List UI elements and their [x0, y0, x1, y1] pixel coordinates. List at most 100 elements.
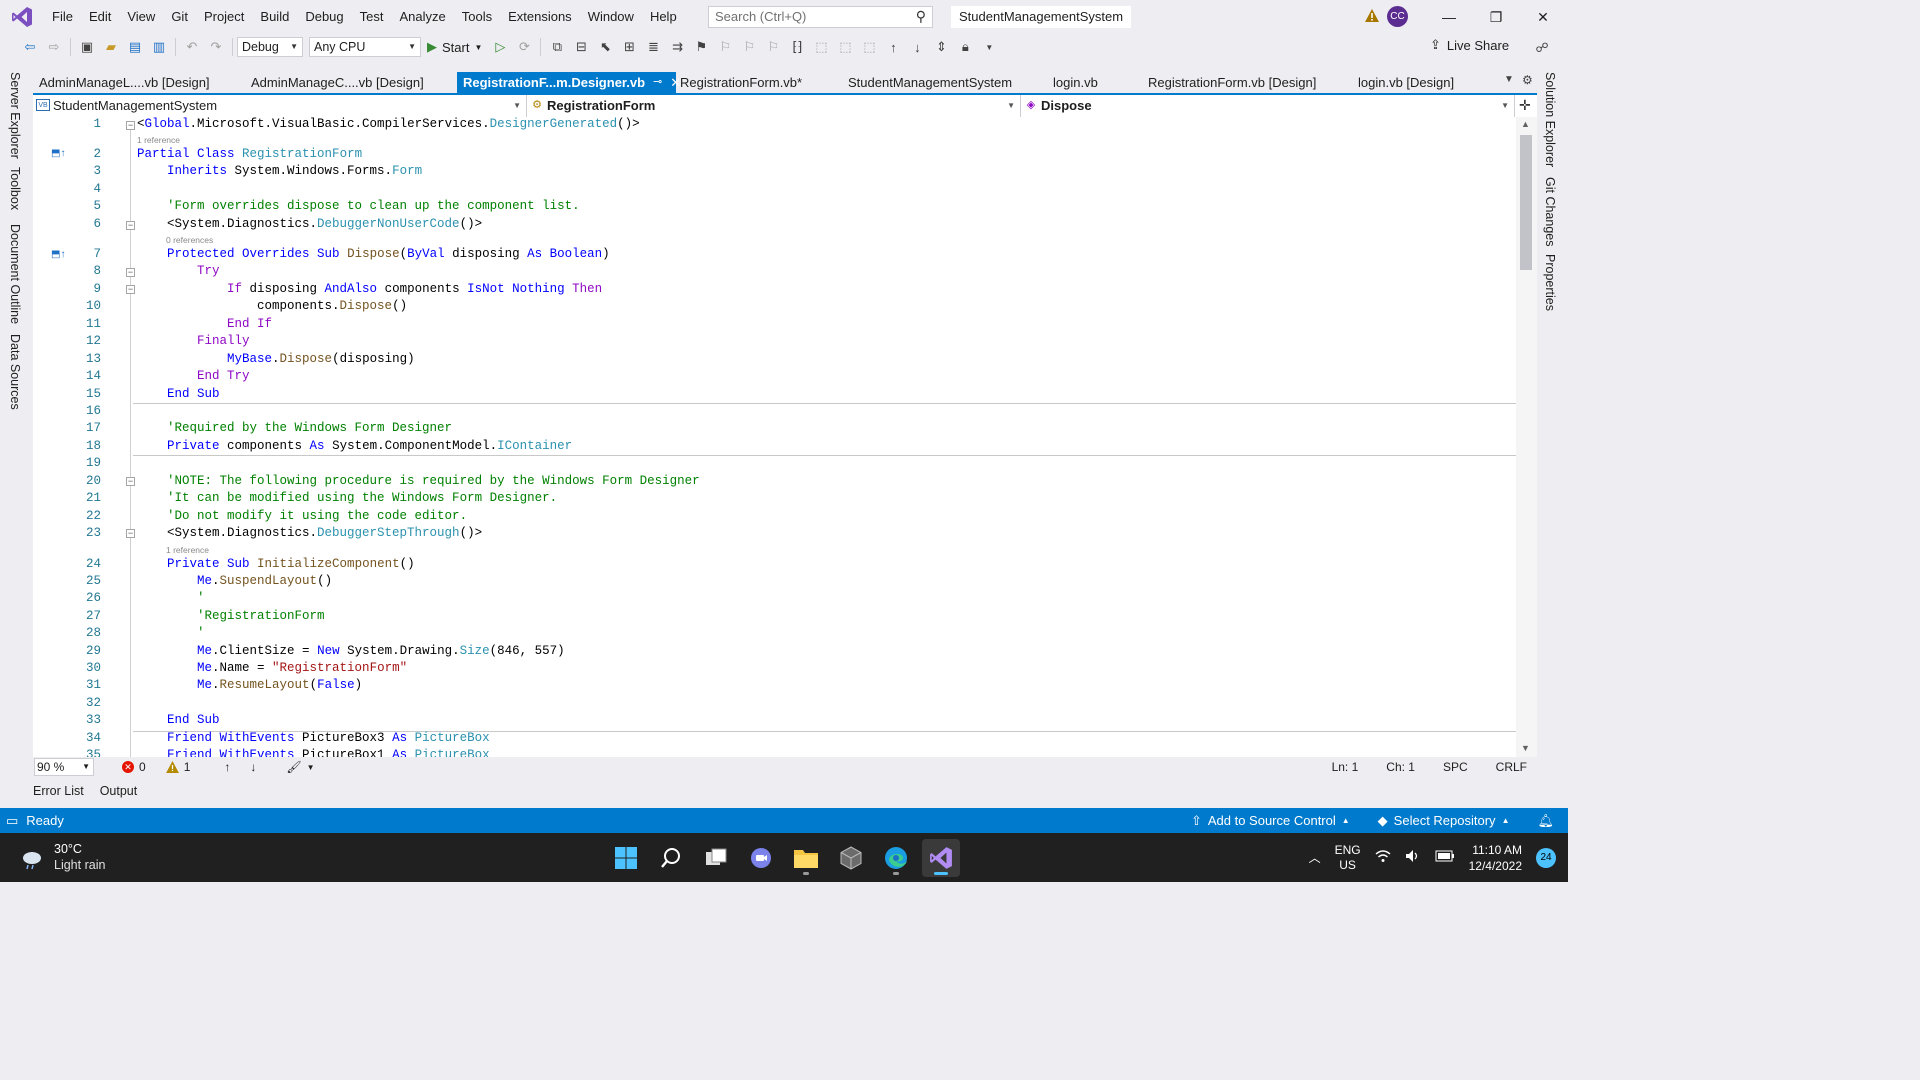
- class-dropdown[interactable]: ⚙ RegistrationForm ▼: [527, 95, 1021, 117]
- tab-list-dropdown-icon[interactable]: ▼: [1504, 74, 1514, 85]
- hot-reload-icon[interactable]: ⟳: [513, 36, 535, 58]
- navigate-back-icon[interactable]: ⇦: [19, 36, 41, 58]
- layout-icon[interactable]: ⊟: [570, 36, 592, 58]
- code-cleanup-icon[interactable]: 🖌︎ ▼: [286, 760, 314, 774]
- scroll-up-icon[interactable]: ▲: [1521, 119, 1530, 129]
- notification-count-badge[interactable]: 24: [1536, 847, 1556, 868]
- tab-error-list[interactable]: Error List: [33, 780, 84, 802]
- pin-icon[interactable]: ⊸: [653, 72, 662, 93]
- taskbar-search-icon[interactable]: [652, 839, 690, 877]
- collapse-toggle-icon[interactable]: −: [126, 285, 135, 294]
- line-indicator[interactable]: Ln: 1: [1332, 760, 1359, 774]
- solution-configuration-select[interactable]: Debug ▼: [237, 37, 303, 57]
- weather-widget[interactable]: 30°C Light rain: [20, 841, 105, 873]
- save-all-icon[interactable]: ▥: [148, 36, 170, 58]
- tab-registrationform-vb[interactable]: RegistrationForm.vb*: [676, 72, 842, 93]
- menu-window[interactable]: Window: [580, 0, 642, 34]
- tab-registrationform-design[interactable]: RegistrationForm.vb [Design]: [1142, 72, 1352, 93]
- notification-bell-icon[interactable]: 🔔︎: [1537, 808, 1554, 833]
- restore-icon[interactable]: ❐: [1473, 0, 1519, 34]
- live-share-button[interactable]: ⇪ Live Share: [1430, 37, 1509, 53]
- codelens-references[interactable]: 1 reference: [137, 135, 180, 145]
- toggle-block-comment-icon[interactable]: ⁅⁆: [786, 36, 808, 58]
- battery-icon[interactable]: [1435, 850, 1455, 865]
- tab-adminmanagec-design[interactable]: AdminManageC....vb [Design]: [245, 72, 457, 93]
- new-project-icon[interactable]: ▣: [76, 36, 98, 58]
- warning-icon[interactable]: [1364, 8, 1380, 24]
- input-language-indicator[interactable]: ENG US: [1335, 843, 1361, 873]
- codelens-references[interactable]: 0 references: [166, 235, 213, 245]
- next-issue-icon[interactable]: ↓: [250, 760, 256, 774]
- solution-platform-select[interactable]: Any CPU ▼: [309, 37, 421, 57]
- solution-explorer-tab[interactable]: Solution Explorer: [1543, 72, 1557, 167]
- line-ending-indicator[interactable]: CRLF: [1496, 760, 1527, 774]
- comment-icon[interactable]: ⬚: [810, 36, 832, 58]
- bookmark-icon[interactable]: ⚑: [690, 36, 712, 58]
- menu-git[interactable]: Git: [163, 0, 196, 34]
- select-element-icon[interactable]: ⬉: [594, 36, 616, 58]
- git-changes-tab[interactable]: Git Changes: [1543, 177, 1557, 246]
- menu-edit[interactable]: Edit: [81, 0, 119, 34]
- volume-icon[interactable]: [1405, 849, 1421, 866]
- warning-count[interactable]: 1: [165, 760, 190, 774]
- navigate-forward-icon[interactable]: ⇨: [43, 36, 65, 58]
- tab-login-vb[interactable]: login.vb: [1047, 72, 1142, 93]
- teams-chat-icon[interactable]: [742, 839, 780, 877]
- previous-issue-icon[interactable]: ↑: [224, 760, 230, 774]
- collapse-toggle-icon[interactable]: −: [126, 477, 135, 486]
- clock[interactable]: 11:10 AM 12/4/2022: [1469, 842, 1522, 874]
- minimize-icon[interactable]: —: [1426, 0, 1472, 34]
- menu-build[interactable]: Build: [252, 0, 297, 34]
- start-without-debugging-icon[interactable]: ▷: [489, 36, 511, 58]
- save-icon[interactable]: ▤: [124, 36, 146, 58]
- collapse-icon[interactable]: ⇕: [930, 36, 952, 58]
- tab-registrationform-designer[interactable]: RegistrationF...m.Designer.vb ⊸ ✕: [457, 72, 681, 93]
- edge-browser-icon[interactable]: [877, 839, 915, 877]
- indent-more-icon[interactable]: ⬚: [858, 36, 880, 58]
- project-dropdown[interactable]: VB StudentManagementSystem ▼: [33, 95, 527, 117]
- scrollbar-thumb[interactable]: [1520, 135, 1532, 270]
- select-repository-button[interactable]: ◆ Select Repository ▲: [1378, 808, 1510, 833]
- member-dropdown[interactable]: ◈ Dispose ▼: [1021, 95, 1515, 117]
- data-sources-tab[interactable]: Data Sources: [8, 334, 22, 410]
- indent-icon[interactable]: ≣: [642, 36, 664, 58]
- next-bookmark-icon[interactable]: ⚐: [738, 36, 760, 58]
- server-explorer-tab[interactable]: Server Explorer: [8, 72, 22, 159]
- start-button[interactable]: ▶ Start ▼: [421, 36, 488, 58]
- indentation-indicator[interactable]: SPC: [1443, 760, 1468, 774]
- visual-studio-taskbar-icon[interactable]: [922, 839, 960, 877]
- add-to-source-control-button[interactable]: ⇧ Add to Source Control ▲: [1191, 808, 1350, 833]
- collapse-toggle-icon[interactable]: −: [126, 529, 135, 538]
- collapse-toggle-icon[interactable]: −: [126, 121, 135, 130]
- uncomment-icon[interactable]: ⬚: [834, 36, 856, 58]
- collapse-toggle-icon[interactable]: −: [126, 268, 135, 277]
- app-cube-icon[interactable]: [832, 839, 870, 877]
- lock-icon[interactable]: 🔒︎: [954, 36, 976, 58]
- task-view-icon[interactable]: [697, 839, 735, 877]
- browse-icon[interactable]: ⧉: [546, 36, 568, 58]
- implements-icon[interactable]: ⬒↑: [51, 148, 65, 159]
- prev-bookmark-icon[interactable]: ⚐: [714, 36, 736, 58]
- clear-bookmarks-icon[interactable]: ⚐: [762, 36, 784, 58]
- menu-analyze[interactable]: Analyze: [391, 0, 453, 34]
- gear-icon[interactable]: ⚙: [1522, 73, 1533, 87]
- arrow-up-icon[interactable]: ↑: [882, 36, 904, 58]
- column-indicator[interactable]: Ch: 1: [1386, 760, 1415, 774]
- close-icon[interactable]: ✕: [1520, 0, 1566, 34]
- code-editor[interactable]: ⬒↑ ⬒↑ 1 2 3 4 5 6 7 8 9 10 11 12 13 14 15 16 17 18 19 20 21 2…: [33, 117, 1537, 757]
- codelens-references[interactable]: 1 reference: [166, 545, 209, 555]
- tab-adminmanagel-design[interactable]: AdminManageL....vb [Design]: [33, 72, 245, 93]
- menu-help[interactable]: Help: [642, 0, 685, 34]
- redo-icon[interactable]: ↷: [205, 36, 227, 58]
- menu-debug[interactable]: Debug: [297, 0, 351, 34]
- scroll-down-icon[interactable]: ▼: [1521, 743, 1530, 753]
- properties-window-icon[interactable]: ⊞: [618, 36, 640, 58]
- error-count[interactable]: ✕ 0: [122, 760, 146, 774]
- feedback-icon[interactable]: ☍: [1531, 37, 1553, 59]
- tab-output[interactable]: Output: [100, 780, 138, 802]
- arrow-down-icon[interactable]: ↓: [906, 36, 928, 58]
- format-icon[interactable]: ⇉: [666, 36, 688, 58]
- wifi-icon[interactable]: [1375, 849, 1391, 866]
- split-window-icon[interactable]: ✛: [1519, 97, 1531, 114]
- overrides-icon[interactable]: ⬒↑: [51, 249, 65, 260]
